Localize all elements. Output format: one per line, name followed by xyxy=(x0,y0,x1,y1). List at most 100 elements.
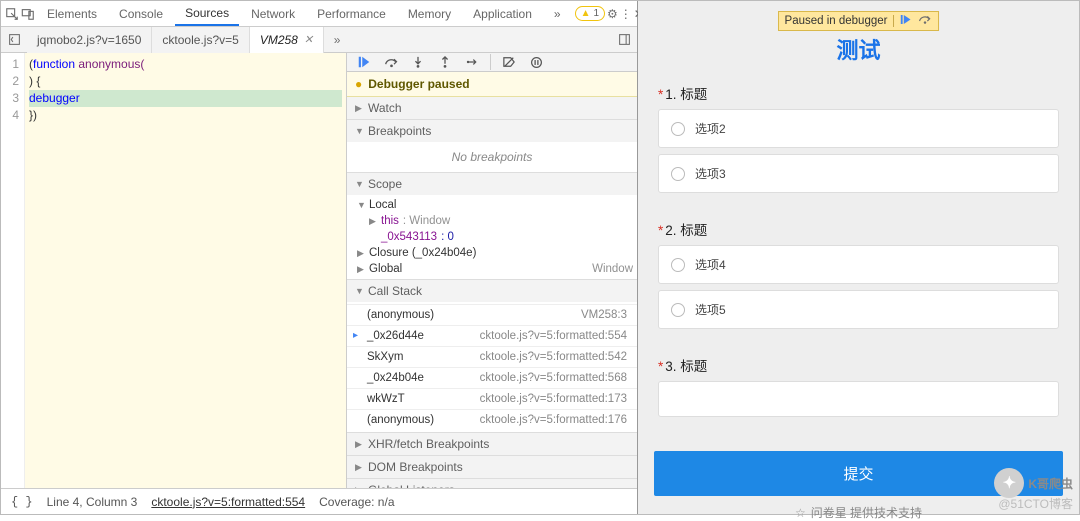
tab-sources[interactable]: Sources xyxy=(175,1,239,26)
settings-icon[interactable]: ⚙ xyxy=(607,3,618,25)
stack-fn: wkWzT xyxy=(367,393,405,405)
stack-loc: cktoole.js?v=5:formatted:542 xyxy=(480,351,627,363)
code-editor: 1234 (function anonymous( ) { debugger }… xyxy=(1,53,347,488)
radio-icon xyxy=(671,167,685,181)
scope-var[interactable]: _0x543113: 0 xyxy=(347,229,637,245)
radio-icon xyxy=(671,122,685,136)
radio-icon xyxy=(671,303,685,317)
stack-frame[interactable]: SkXym cktoole.js?v=5:formatted:542 xyxy=(347,346,637,367)
section-scope[interactable]: ▼Scope xyxy=(347,173,637,195)
stack-loc: cktoole.js?v=5:formatted:176 xyxy=(480,414,627,426)
info-icon: ● xyxy=(355,77,362,91)
step-icon[interactable] xyxy=(463,53,481,71)
page-pane-icon[interactable] xyxy=(1,27,27,53)
star-icon: ☆ xyxy=(795,506,806,520)
current-frame-icon: ▸ xyxy=(353,330,358,341)
overlay-resume-icon[interactable] xyxy=(900,14,912,28)
step-over-icon[interactable] xyxy=(382,53,400,71)
scope-local[interactable]: ▼Local xyxy=(347,197,637,213)
tab-application[interactable]: Application xyxy=(463,2,542,26)
stack-loc: cktoole.js?v=5:formatted:554 xyxy=(480,330,627,342)
debugger-sidebar: ●Debugger paused ▶Watch ▼Breakpoints No … xyxy=(347,53,637,488)
sidebar-toggle-icon[interactable] xyxy=(611,27,637,53)
footer-link[interactable]: cktoole.js?v=5:formatted:554 xyxy=(151,495,305,509)
section-breakpoints[interactable]: ▼Breakpoints xyxy=(347,120,637,142)
file-tabs: jqmobo2.js?v=1650 cktoole.js?v=5 VM258✕ … xyxy=(1,27,637,53)
brackets-icon[interactable]: { } xyxy=(11,495,33,509)
debugger-toolbar xyxy=(347,53,637,72)
warnings-pill[interactable]: ▲1 xyxy=(575,6,605,21)
section-dom[interactable]: ▶DOM Breakpoints xyxy=(347,456,637,478)
tab-console[interactable]: Console xyxy=(109,2,173,26)
stack-frame[interactable]: (anonymous) VM258:3 xyxy=(347,304,637,325)
stack-loc: cktoole.js?v=5:formatted:568 xyxy=(480,372,627,384)
file-tab-2[interactable]: cktoole.js?v=5 xyxy=(152,27,249,53)
wechat-watermark: ✦K哥爬虫 xyxy=(994,468,1073,498)
file-tab-3-label: VM258 xyxy=(260,33,298,47)
q2-title: 2. 标题 xyxy=(665,223,707,238)
q3-title: 3. 标题 xyxy=(665,359,707,374)
stack-fn: _0x26d44e xyxy=(367,330,424,342)
stack-frame[interactable]: wkWzT cktoole.js?v=5:formatted:173 xyxy=(347,388,637,409)
code-content[interactable]: (function anonymous( ) { debugger }) xyxy=(25,53,346,488)
devtools: Elements Console Sources Network Perform… xyxy=(1,1,638,514)
coverage-label: Coverage: n/a xyxy=(319,495,394,509)
page-title: 测试 xyxy=(654,33,1063,65)
device-toggle-icon[interactable] xyxy=(21,3,35,25)
tab-memory[interactable]: Memory xyxy=(398,2,461,26)
question-3: *3. 标题 xyxy=(658,355,1059,423)
file-tab-1[interactable]: jqmobo2.js?v=1650 xyxy=(27,27,152,53)
stack-fn: SkXym xyxy=(367,351,403,363)
overlay-step-icon[interactable] xyxy=(918,14,932,28)
kebab-menu-icon[interactable]: ⋮ xyxy=(620,3,632,25)
stack-frame[interactable]: (anonymous) cktoole.js?v=5:formatted:176 xyxy=(347,409,637,430)
section-callstack[interactable]: ▼Call Stack xyxy=(347,280,637,302)
stack-fn: _0x24b04e xyxy=(367,372,424,384)
tab-network[interactable]: Network xyxy=(241,2,305,26)
step-out-icon[interactable] xyxy=(436,53,454,71)
pause-on-exceptions-icon[interactable] xyxy=(527,53,545,71)
stack-loc: VM258:3 xyxy=(581,309,627,321)
scope-global[interactable]: ▶GlobalWindow xyxy=(347,261,637,277)
paused-overlay: Paused in debugger xyxy=(778,11,940,31)
inspect-icon[interactable] xyxy=(5,3,19,25)
warning-icon: ▲ xyxy=(581,8,591,19)
tabs-overflow[interactable]: » xyxy=(544,2,571,26)
close-file-icon[interactable]: ✕ xyxy=(304,33,313,46)
file-tab-3[interactable]: VM258 ✕ xyxy=(250,27,324,53)
option-3[interactable]: 选项3 xyxy=(658,154,1059,193)
step-into-icon[interactable] xyxy=(409,53,427,71)
q3-input[interactable] xyxy=(658,381,1059,417)
tab-elements[interactable]: Elements xyxy=(37,2,107,26)
section-xhr[interactable]: ▶XHR/fetch Breakpoints xyxy=(347,433,637,455)
debugged-page: Paused in debugger 测试 *1. 标题 选项2 选项3 *2.… xyxy=(638,1,1079,514)
option-2[interactable]: 选项2 xyxy=(658,109,1059,148)
scope-closure[interactable]: ▶Closure (_0x24b04e) xyxy=(347,245,637,261)
no-breakpoints: No breakpoints xyxy=(347,144,637,170)
devtools-main-tabs: Elements Console Sources Network Perform… xyxy=(1,1,637,27)
section-global-listeners[interactable]: ▶Global Listeners xyxy=(347,479,637,488)
warnings-count: 1 xyxy=(593,8,599,19)
line-gutter: 1234 xyxy=(1,53,25,488)
stack-frame[interactable]: _0x24b04e cktoole.js?v=5:formatted:568 xyxy=(347,367,637,388)
blog-watermark: @51CTO博客 xyxy=(998,495,1073,512)
resume-icon[interactable] xyxy=(355,53,373,71)
q1-title: 1. 标题 xyxy=(665,87,707,102)
radio-icon xyxy=(671,258,685,272)
scope-this[interactable]: ▶this: Window xyxy=(347,213,637,229)
option-4[interactable]: 选项4 xyxy=(658,245,1059,284)
stack-fn: (anonymous) xyxy=(367,309,434,321)
option-5[interactable]: 选项5 xyxy=(658,290,1059,329)
stack-loc: cktoole.js?v=5:formatted:173 xyxy=(480,393,627,405)
cursor-position: Line 4, Column 3 xyxy=(47,495,138,509)
section-watch[interactable]: ▶Watch xyxy=(347,97,637,119)
paused-banner: ●Debugger paused xyxy=(347,72,637,97)
tab-performance[interactable]: Performance xyxy=(307,2,396,26)
wechat-icon: ✦ xyxy=(994,468,1024,498)
file-tabs-overflow[interactable]: » xyxy=(324,27,350,53)
stack-frame[interactable]: ▸ _0x26d44e cktoole.js?v=5:formatted:554 xyxy=(347,325,637,346)
stack-fn: (anonymous) xyxy=(367,414,434,426)
question-1: *1. 标题 选项2 选项3 xyxy=(658,83,1059,199)
deactivate-breakpoints-icon[interactable] xyxy=(500,53,518,71)
question-2: *2. 标题 选项4 选项5 xyxy=(658,219,1059,335)
